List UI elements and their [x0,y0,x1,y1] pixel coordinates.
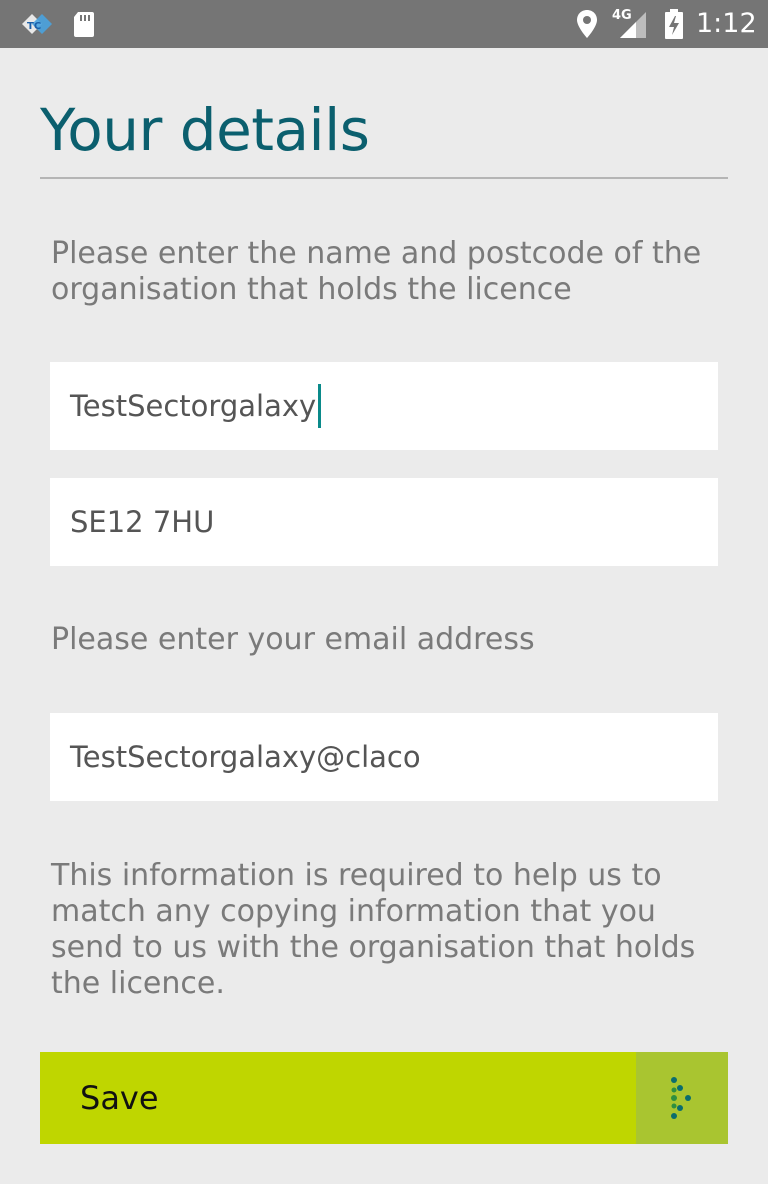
location-icon [577,10,597,38]
title-divider [40,177,728,179]
text-cursor [318,384,322,428]
info-text: This information is required to help us … [51,858,696,1001]
battery-charging-icon [665,9,683,39]
organisation-name-input[interactable]: TestSectorgalaxy [50,362,718,450]
svg-text:TC: TC [27,21,41,32]
sd-card-icon [74,12,94,37]
save-arrow-box[interactable] [636,1052,728,1144]
postcode-value: SE12 7HU [70,505,215,539]
app-logo-icon: TC [22,14,52,34]
status-clock: 1:12 [696,8,757,39]
postcode-input[interactable]: SE12 7HU [50,478,718,566]
email-value: TestSectorgalaxy@claco [70,740,421,774]
page-title: Your details [40,96,370,164]
save-button[interactable]: Save [40,1052,728,1144]
email-instruction: Please enter your email address [51,622,535,657]
dotted-arrow-icon [671,1077,691,1119]
email-input[interactable]: TestSectorgalaxy@claco [50,713,718,801]
status-bar: TC 4G 1:12 [0,0,768,48]
signal-strength-icon [620,12,646,38]
organisation-instruction: Please enter the name and postcode of th… [51,236,702,307]
organisation-name-value: TestSectorgalaxy [70,389,317,423]
save-button-label: Save [80,1079,159,1117]
